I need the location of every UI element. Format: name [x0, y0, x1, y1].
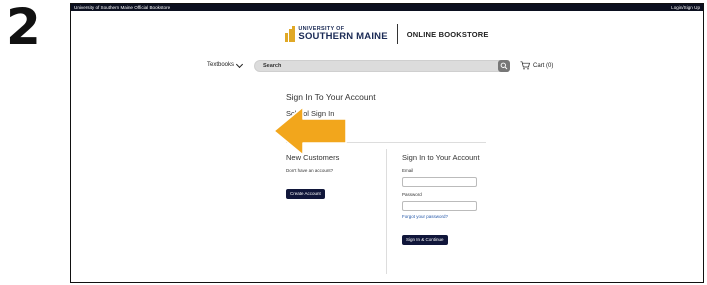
- account-signin-title: Sign In to Your Account: [402, 153, 480, 162]
- browser-frame: University of Southern Maine Official Bo…: [70, 3, 704, 283]
- login-signup-link[interactable]: Login/Sign Up: [671, 4, 700, 11]
- cart-label: Cart (0): [533, 62, 554, 69]
- column-divider: [386, 149, 387, 274]
- sign-in-continue-button[interactable]: Sign In & Continue: [402, 234, 448, 245]
- no-account-prompt: Don't have an account?: [286, 168, 334, 173]
- chevron-down-icon: [235, 60, 244, 68]
- logo-line2: SOUTHERN MAINE: [298, 31, 388, 42]
- topbar-store-title: University of Southern Maine Official Bo…: [74, 5, 171, 10]
- forgot-password-link[interactable]: Forgot your password?: [402, 214, 448, 219]
- cart-link[interactable]: Cart (0): [520, 61, 553, 70]
- signin-title: Sign In To Your Account: [286, 92, 376, 102]
- usm-logo[interactable]: UNIVERSITY OF SOUTHERN MAINE: [285, 26, 388, 42]
- textbooks-label: Textbooks: [207, 62, 235, 68]
- password-field[interactable]: [402, 201, 477, 211]
- search-placeholder: Search: [263, 63, 282, 69]
- pointer-arrow-icon: [273, 106, 347, 156]
- create-account-button[interactable]: Create Account: [286, 188, 325, 199]
- search-button[interactable]: [498, 60, 510, 72]
- top-bar: University of Southern Maine Official Bo…: [71, 4, 703, 11]
- password-label: Password: [402, 192, 422, 197]
- usm-logo-icon: [285, 26, 296, 42]
- search-input[interactable]: Search: [254, 60, 510, 72]
- email-label: Email: [402, 168, 414, 173]
- store-name: ONLINE BOOKSTORE: [406, 29, 489, 39]
- cart-icon: [520, 61, 530, 70]
- header-logo: UNIVERSITY OF SOUTHERN MAINE ONLINE BOOK…: [71, 24, 703, 44]
- search-icon: [500, 62, 508, 70]
- step-number: 2: [6, 0, 41, 56]
- email-field[interactable]: [402, 177, 477, 187]
- nav-bar: Textbooks Search Cart (0): [71, 60, 703, 74]
- textbooks-menu[interactable]: Textbooks: [207, 60, 244, 68]
- logo-divider: [396, 24, 398, 44]
